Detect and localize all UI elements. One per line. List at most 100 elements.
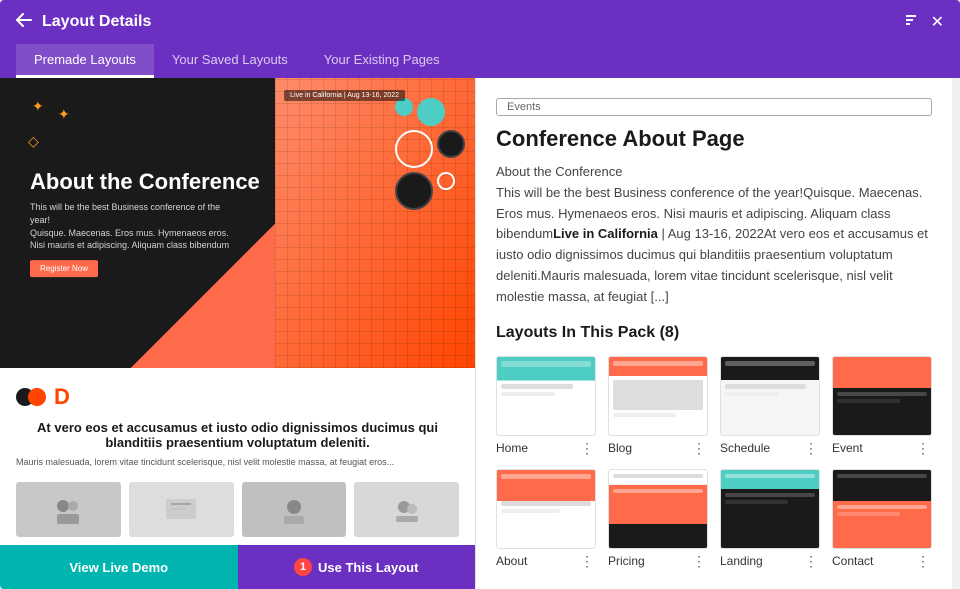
layout-thumb-contact[interactable] [832,469,932,549]
dark-circle-md [437,130,465,158]
demo-button[interactable]: View Live Demo [0,545,238,589]
layout-grid: Home ⋮ [496,356,932,589]
preview-body: Quisque. Maecenas. Eros mus. Hymenaeos e… [30,227,230,252]
contact-menu-button[interactable]: ⋮ [914,553,932,570]
home-menu-button[interactable]: ⋮ [578,440,596,457]
logo-letter: D [54,384,70,410]
tab-premade[interactable]: Premade Layouts [16,44,154,78]
schedule-menu-button[interactable]: ⋮ [802,440,820,457]
left-footer: View Live Demo 1 Use This Layout [0,545,475,589]
schedule-label: Schedule [720,441,770,455]
page-title: Layout Details [42,13,903,31]
badge: 1 [294,558,312,576]
layout-item-about: About ⋮ [496,469,596,570]
logo-circles [16,388,46,406]
blog-label: Blog [608,441,632,455]
sparkle-icon: ✦ [32,98,44,115]
thumb-2 [129,482,234,537]
layout-thumb-home[interactable] [496,356,596,436]
layout-thumb-schedule[interactable] [720,356,820,436]
schedule-label-row: Schedule ⋮ [720,440,820,457]
event-label: Event [832,441,863,455]
logo-row: D [16,384,459,410]
header-actions: ✕ [903,12,944,33]
about-menu-button[interactable]: ⋮ [578,553,596,570]
thumb-3 [242,482,347,537]
contact-label-row: Contact ⋮ [832,553,932,570]
layout-item-home: Home ⋮ [496,356,596,457]
home-mockup [497,357,595,435]
contact-label: Contact [832,554,873,568]
landing-mockup [721,470,819,548]
use-layout-button[interactable]: 1 Use This Layout [238,545,476,589]
layout-thumb-event[interactable] [832,356,932,436]
modal-wrapper: Layout Details ✕ Premade Layouts Your Sa… [0,0,960,589]
preview-heading: About the Conference [30,169,260,195]
event-mockup [833,357,931,435]
thumb-4 [354,482,459,537]
landing-label-row: Landing ⋮ [720,553,820,570]
detail-description: About the ConferenceThis will be the bes… [496,162,932,308]
right-panel: Events Conference About Page About the C… [476,78,952,589]
layout-item-registration: Pricing ⋮ [608,469,708,570]
outline-circle-lg [395,130,433,168]
landing-label: Landing [720,554,763,568]
tab-existing[interactable]: Your Existing Pages [306,44,458,78]
layout-item-schedule: Schedule ⋮ [720,356,820,457]
content-body: Mauris malesuada, lorem vitae tincidunt … [16,456,459,470]
about-label-row: About ⋮ [496,553,596,570]
layout-item-contact: Contact ⋮ [832,469,932,570]
teal-circle-md [417,98,445,126]
modal-header: Layout Details ✕ [0,0,960,44]
use-layout-label: Use This Layout [318,560,418,575]
detail-title: Conference About Page [496,126,932,152]
register-button[interactable]: Register Now [30,260,98,277]
blog-label-row: Blog ⋮ [608,440,708,457]
preview-building [275,78,475,368]
tag-badge: Events [496,98,932,116]
preview-bg: ✦ ✦ ◇ About the Conference This will be … [0,78,475,368]
landing-menu-button[interactable]: ⋮ [802,553,820,570]
layout-thumb-landing[interactable] [720,469,820,549]
modal-body: ✦ ✦ ◇ About the Conference This will be … [0,78,960,589]
outline-circle-sm [437,172,455,190]
content-heading: At vero eos et accusamus et iusto odio d… [16,420,459,450]
thumb-1 [16,482,121,537]
about-mockup [497,470,595,548]
scroll-track [952,78,960,589]
tab-saved[interactable]: Your Saved Layouts [154,44,306,78]
layout-thumb-registration[interactable] [608,469,708,549]
schedule-mockup [721,357,819,435]
preview-subtitle: This will be the best Business conferenc… [30,202,230,227]
registration-menu-button[interactable]: ⋮ [690,553,708,570]
back-icon[interactable] [16,13,32,32]
blog-mockup [609,357,707,435]
registration-label: Pricing [608,554,645,568]
about-label: About [496,554,527,568]
home-label: Home [496,441,528,455]
sort-button[interactable] [903,12,919,33]
thumb-strip [16,482,459,537]
live-banner: Live in California | Aug 13-16, 2022 [284,90,405,101]
layout-thumb-about[interactable] [496,469,596,549]
circle-group [395,98,465,210]
sparkle-icon-2: ✦ [58,106,70,123]
layout-item-blog: Blog ⋮ [608,356,708,457]
logo-circle-2 [28,388,46,406]
preview-image: ✦ ✦ ◇ About the Conference This will be … [0,78,475,368]
event-menu-button[interactable]: ⋮ [914,440,932,457]
preview-content: D At vero eos et accusamus et iusto odio… [0,368,475,545]
contact-mockup [833,470,931,548]
pack-title: Layouts In This Pack (8) [496,324,932,342]
diamond-icon: ◇ [28,133,39,150]
registration-label-row: Pricing ⋮ [608,553,708,570]
california-text: Live in California [553,226,658,241]
layout-item-event: Event ⋮ [832,356,932,457]
layout-thumb-blog[interactable] [608,356,708,436]
home-label-row: Home ⋮ [496,440,596,457]
dark-circle-lg [395,172,433,210]
preview-text-block: About the Conference This will be the be… [30,169,260,277]
close-button[interactable]: ✕ [931,12,944,32]
tabs-bar: Premade Layouts Your Saved Layouts Your … [0,44,960,78]
blog-menu-button[interactable]: ⋮ [690,440,708,457]
